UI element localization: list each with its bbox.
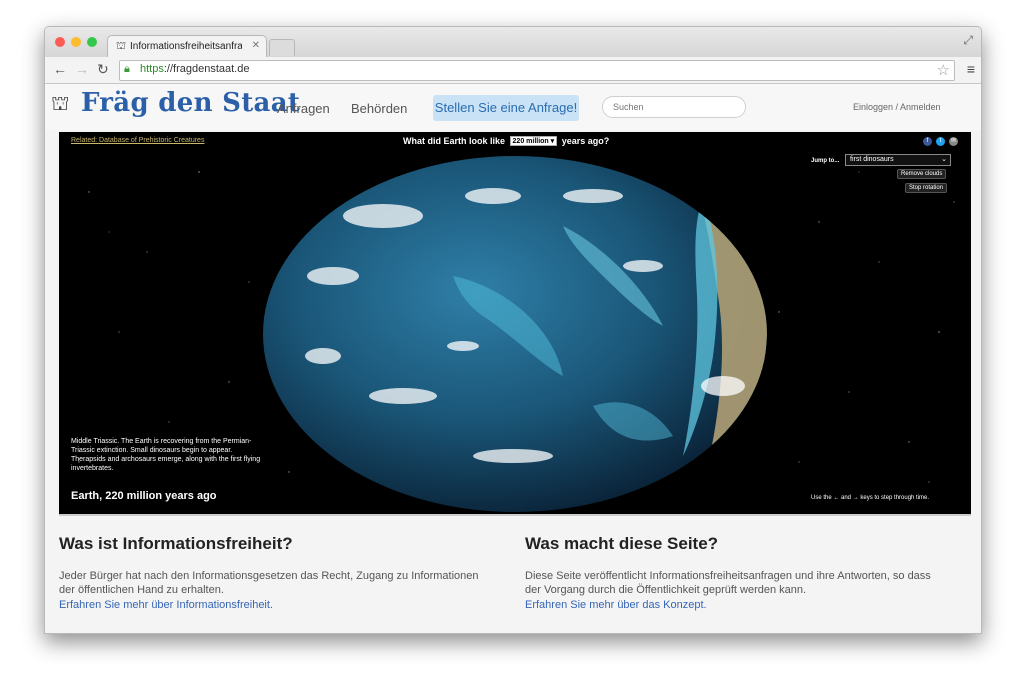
email-icon[interactable]: ✉ bbox=[949, 137, 958, 146]
tab-title: Informationsfreiheitsanfrag bbox=[130, 41, 242, 52]
reload-icon[interactable]: ↻ bbox=[97, 61, 109, 78]
forward-icon[interactable]: → bbox=[75, 61, 89, 77]
favicon-icon: ⛫ bbox=[116, 40, 127, 52]
related-link[interactable]: Related: Database of Prehistoric Creatur… bbox=[71, 137, 204, 144]
title-bar: ⛫ Informationsfreiheitsanfrag ✕ ⤢ bbox=[45, 27, 981, 58]
jump-to-value: first dinosaurs bbox=[850, 156, 894, 163]
nav-link-anfragen[interactable]: Anfragen bbox=[277, 101, 330, 116]
jump-to-select[interactable]: first dinosaurs ⌄ bbox=[845, 154, 951, 166]
facebook-icon[interactable]: f bbox=[923, 137, 932, 146]
site-logo[interactable]: Fräg den Staat bbox=[81, 88, 300, 118]
title-suffix: years ago? bbox=[561, 136, 610, 146]
earth-embed: Related: Database of Prehistoric Creatur… bbox=[59, 132, 971, 516]
jump-to-label: Jump to... bbox=[811, 158, 840, 164]
back-icon[interactable]: ← bbox=[53, 61, 67, 77]
site-header: ⛫ Fräg den Staat Anfragen Behörden Stell… bbox=[45, 84, 981, 130]
embed-title: What did Earth look like 220 million ▾ y… bbox=[403, 136, 609, 146]
new-request-button[interactable]: Stellen Sie eine Anfrage! bbox=[433, 95, 579, 121]
era-description: Middle Triassic. The Earth is recovering… bbox=[71, 438, 261, 472]
browser-window: ⛫ Informationsfreiheitsanfrag ✕ ⤢ ← → ↻ … bbox=[44, 26, 982, 634]
earth-globe[interactable] bbox=[263, 156, 767, 512]
new-tab-button[interactable] bbox=[269, 39, 295, 56]
browser-tab[interactable]: ⛫ Informationsfreiheitsanfrag ✕ bbox=[107, 35, 267, 58]
stop-rotation-button[interactable]: Stop rotation bbox=[905, 183, 948, 193]
url-text: https://fragdenstaat.de bbox=[140, 63, 249, 75]
title-prefix: What did Earth look like bbox=[403, 136, 506, 146]
lock-icon: 🔒︎ bbox=[124, 63, 130, 75]
search-input[interactable] bbox=[602, 96, 746, 118]
browser-toolbar: ← → ↻ 🔒︎ https://fragdenstaat.de ☆ ≡ bbox=[45, 57, 981, 84]
section-title-seite: Was macht diese Seite? bbox=[525, 534, 719, 553]
nav-link-behoerden[interactable]: Behörden bbox=[351, 101, 407, 116]
section-text-seite: Diese Seite veröffentlicht Informationsf… bbox=[525, 570, 931, 596]
keyboard-hint: Use the ← and → keys to step through tim… bbox=[811, 495, 930, 501]
section-text-informationsfreiheit: Jeder Bürger hat nach den Informationsge… bbox=[59, 570, 479, 596]
close-window-button[interactable] bbox=[55, 37, 65, 47]
earth-caption: Earth, 220 million years ago bbox=[71, 490, 217, 502]
era-select-value: 220 million bbox=[512, 138, 549, 145]
url-scheme: https bbox=[140, 63, 164, 75]
section-title-informationsfreiheit: Was ist Informationsfreiheit? bbox=[59, 534, 293, 553]
address-bar[interactable]: 🔒︎ https://fragdenstaat.de ☆ bbox=[119, 60, 955, 81]
chevron-down-icon: ⌄ bbox=[941, 156, 947, 163]
era-select[interactable]: 220 million ▾ bbox=[509, 136, 558, 146]
remove-clouds-button[interactable]: Remove clouds bbox=[897, 169, 947, 179]
close-tab-icon[interactable]: ✕ bbox=[252, 40, 260, 51]
browser-menu-icon[interactable]: ≡ bbox=[967, 61, 975, 77]
login-link[interactable]: Einloggen / Anmelden bbox=[853, 102, 941, 112]
zoom-window-button[interactable] bbox=[87, 37, 97, 47]
building-icon: ⛫ bbox=[51, 93, 70, 115]
url-host: ://fragdenstaat.de bbox=[163, 63, 250, 75]
fullscreen-icon[interactable]: ⤢ bbox=[963, 33, 973, 48]
section-link-konzept[interactable]: Erfahren Sie mehr über das Konzept. bbox=[525, 599, 707, 611]
minimize-window-button[interactable] bbox=[71, 37, 81, 47]
section-link-informationsfreiheit[interactable]: Erfahren Sie mehr über Informationsfreih… bbox=[59, 599, 273, 611]
twitter-icon[interactable]: t bbox=[936, 137, 945, 146]
bookmark-star-icon[interactable]: ☆ bbox=[937, 61, 950, 79]
